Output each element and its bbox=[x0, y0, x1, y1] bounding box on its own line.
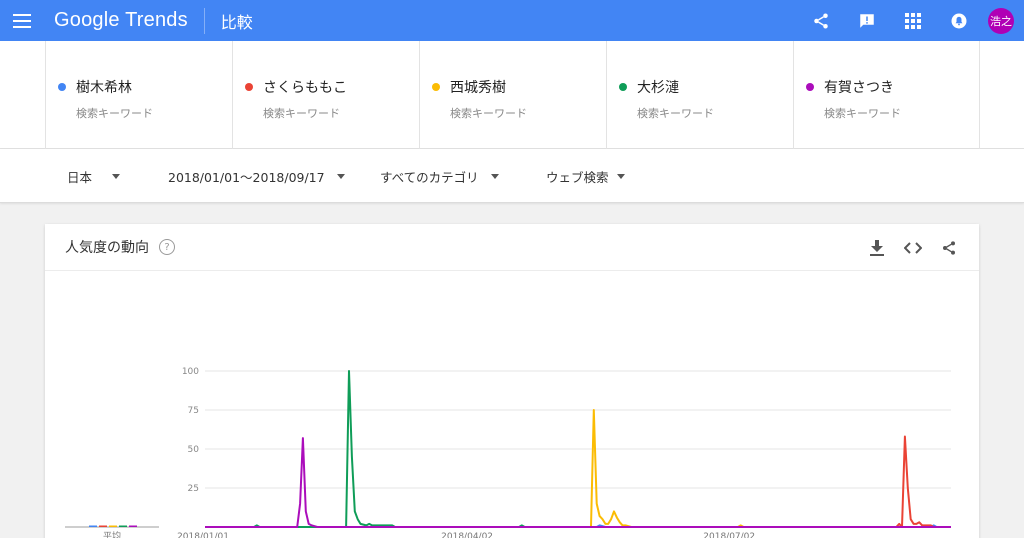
region-select[interactable]: 日本 bbox=[67, 149, 121, 203]
caret-down-icon bbox=[616, 173, 625, 179]
term-item[interactable]: 西城秀樹 検索キーワード bbox=[419, 41, 606, 149]
apps-grid-icon[interactable] bbox=[890, 0, 936, 41]
y-tick-label: 50 bbox=[188, 445, 200, 455]
card-title: 人気度の動向 bbox=[65, 240, 149, 256]
term-item[interactable]: さくらももこ 検索キーワード bbox=[232, 41, 419, 149]
average-bar bbox=[129, 525, 137, 527]
series-line[interactable] bbox=[205, 409, 951, 528]
notifications-icon[interactable] bbox=[936, 0, 982, 41]
term-type: 検索キーワード bbox=[637, 107, 714, 120]
card-header: 人気度の動向 ? bbox=[45, 224, 979, 271]
term-type: 検索キーワード bbox=[824, 107, 901, 120]
average-chart: 平均 bbox=[65, 525, 159, 538]
help-icon[interactable]: ? bbox=[159, 239, 175, 255]
term-name: さくらももこ bbox=[263, 80, 347, 96]
avatar[interactable]: 浩之 bbox=[988, 7, 1014, 34]
interest-over-time-card: 人気度の動向 ? 平均 25 50 75 100 2018/01/01 2018/04/0… bbox=[45, 224, 979, 538]
share-icon[interactable] bbox=[798, 0, 844, 41]
term-item[interactable]: 有賀さつき 検索キーワード bbox=[793, 41, 980, 149]
average-bar bbox=[119, 525, 127, 527]
menu-icon[interactable] bbox=[0, 0, 44, 41]
average-bar bbox=[109, 525, 117, 527]
term-type: 検索キーワード bbox=[450, 107, 527, 120]
header-divider bbox=[203, 7, 205, 34]
search-type-value: ウェブ検索 bbox=[546, 169, 609, 185]
y-tick-label: 100 bbox=[182, 367, 199, 377]
term-type: 検索キーワード bbox=[263, 107, 340, 120]
google-trends-logo[interactable]: Google Trends bbox=[54, 9, 188, 32]
term-color-dot bbox=[619, 83, 627, 91]
series-line[interactable] bbox=[205, 435, 951, 528]
download-icon[interactable] bbox=[859, 224, 895, 271]
date-range-value: 2018/01/01〜2018/09/17 bbox=[168, 169, 325, 185]
app-bar-actions: 浩之 bbox=[798, 0, 1024, 41]
region-value: 日本 bbox=[67, 169, 93, 185]
term-type: 検索キーワード bbox=[76, 107, 153, 120]
chart-gridlines: 25 50 75 100 2018/01/01 2018/04/02 2018/07/02 bbox=[177, 367, 951, 538]
embed-code-icon[interactable] bbox=[895, 224, 931, 271]
term-item[interactable]: 大杉漣 検索キーワード bbox=[606, 41, 793, 149]
trend-chart: 平均 25 50 75 100 2018/01/01 2018/04/02 2018/07/… bbox=[65, 367, 951, 538]
series-line[interactable] bbox=[205, 437, 951, 528]
search-type-select[interactable]: ウェブ検索 bbox=[546, 149, 625, 203]
term-name: 大杉漣 bbox=[637, 80, 679, 96]
term-color-dot bbox=[58, 83, 66, 91]
average-bar bbox=[89, 525, 97, 527]
card-actions bbox=[859, 224, 967, 271]
caret-down-icon bbox=[112, 173, 121, 179]
term-name: 有賀さつき bbox=[824, 80, 894, 96]
average-bar bbox=[99, 525, 107, 527]
page-title: 比較 bbox=[220, 12, 253, 32]
x-tick-label: 2018/04/02 bbox=[441, 532, 493, 538]
y-tick-label: 25 bbox=[188, 484, 199, 494]
average-label: 平均 bbox=[103, 530, 121, 538]
y-tick-label: 75 bbox=[188, 406, 199, 416]
term-name: 西城秀樹 bbox=[450, 80, 506, 96]
term-item[interactable]: 樹木希林 検索キーワード bbox=[45, 41, 232, 149]
category-select[interactable]: すべてのカテゴリ bbox=[380, 149, 499, 203]
term-name: 樹木希林 bbox=[76, 80, 132, 96]
term-color-dot bbox=[806, 83, 814, 91]
comparison-terms-bar: 樹木希林 検索キーワード さくらももこ 検索キーワード 西城秀樹 検索キーワード… bbox=[0, 41, 1024, 149]
term-color-dot bbox=[245, 83, 253, 91]
date-range-select[interactable]: 2018/01/01〜2018/09/17 bbox=[168, 149, 345, 203]
category-value: すべてのカテゴリ bbox=[380, 169, 479, 185]
x-tick-label: 2018/01/01 bbox=[177, 532, 229, 538]
app-bar: Google Trends 比較 浩之 bbox=[0, 0, 1024, 41]
term-color-dot bbox=[432, 83, 440, 91]
share-icon[interactable] bbox=[931, 224, 967, 271]
feedback-icon[interactable] bbox=[844, 0, 890, 41]
caret-down-icon bbox=[336, 173, 345, 179]
filter-bar: 日本 2018/01/01〜2018/09/17 すべてのカテゴリ ウェブ検索 bbox=[0, 149, 1024, 203]
caret-down-icon bbox=[490, 173, 499, 179]
x-tick-label: 2018/07/02 bbox=[703, 532, 755, 538]
term-list: 樹木希林 検索キーワード さくらももこ 検索キーワード 西城秀樹 検索キーワード… bbox=[45, 41, 980, 149]
